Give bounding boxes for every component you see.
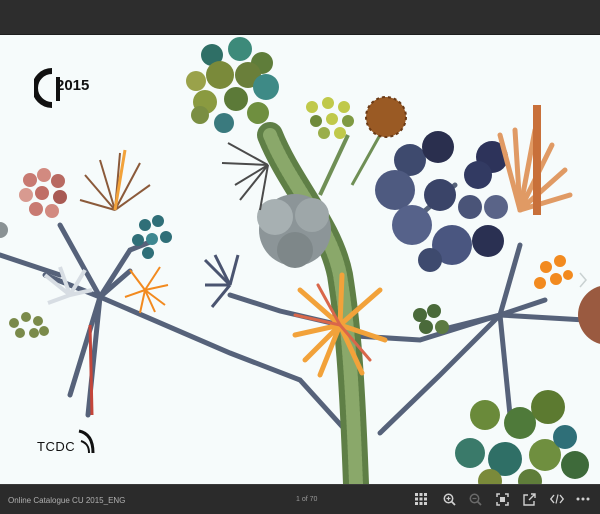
fit-screen-button[interactable]	[493, 490, 511, 508]
teal-cluster	[132, 215, 172, 259]
more-options-icon	[576, 497, 590, 501]
lattice-cluster-right	[534, 255, 573, 289]
olive-lattice-left	[9, 312, 49, 338]
green-sphere-small	[413, 304, 449, 334]
grey-succulent	[257, 194, 331, 268]
zoom-in-icon	[443, 493, 456, 506]
navy-sphere-cluster	[375, 131, 508, 272]
cu-logo-year: 2015	[56, 77, 90, 94]
top-bar	[0, 0, 600, 35]
embed-code-icon	[550, 494, 564, 504]
tcdc-logo-mark	[78, 429, 95, 454]
document-viewer[interactable]: 2015 TCDC	[0, 35, 600, 484]
slate-fan	[203, 254, 240, 308]
zoom-out-icon	[469, 493, 482, 506]
more-options-button[interactable]	[574, 490, 592, 508]
share-icon	[522, 492, 536, 506]
edge-grey-sphere	[0, 222, 8, 238]
pink-cluster	[19, 168, 67, 218]
grid-view-icon	[415, 493, 427, 505]
document-title: Online Catalogue CU 2015_ENG	[8, 496, 126, 505]
sphere-cluster-bottom	[455, 390, 589, 484]
tcdc-logo: TCDC	[37, 429, 97, 463]
page-counter: 1 of 70	[296, 496, 318, 503]
share-button[interactable]	[520, 490, 538, 508]
zoom-out-button[interactable]	[466, 490, 484, 508]
sphere-cluster-top	[186, 37, 279, 133]
zoom-in-button[interactable]	[440, 490, 458, 508]
bottom-toolbar: Online Catalogue CU 2015_ENG 1 of 70	[0, 484, 600, 514]
orange-burst-left	[124, 266, 169, 314]
cu-logo: 2015	[34, 67, 96, 109]
bead-cluster	[306, 97, 354, 139]
next-page-arrow[interactable]	[576, 271, 590, 295]
fit-screen-icon	[495, 492, 509, 506]
grid-view-button[interactable]	[412, 490, 430, 508]
embed-button[interactable]	[548, 490, 566, 508]
tan-stalk	[533, 105, 541, 215]
dark-spiky	[221, 142, 269, 211]
chevron-right-icon	[579, 272, 587, 288]
tcdc-logo-text: TCDC	[37, 439, 76, 454]
